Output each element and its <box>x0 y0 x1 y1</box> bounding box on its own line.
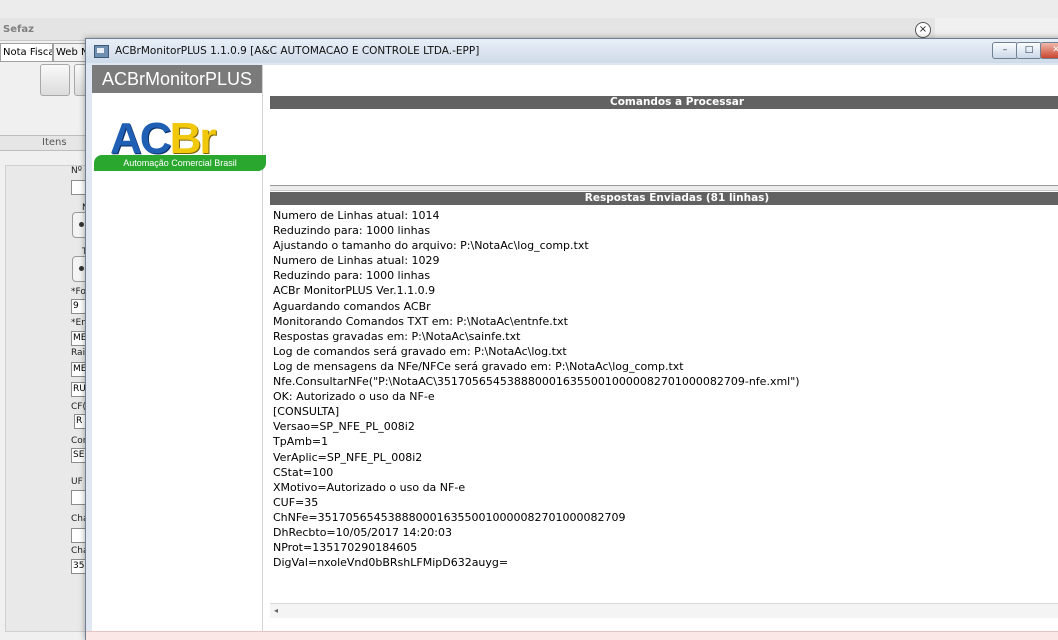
close-button[interactable]: ✕ <box>1040 42 1058 59</box>
response-line: Numero de Linhas atual: 1029 <box>273 254 440 268</box>
commands-list[interactable] <box>270 109 1058 185</box>
logo-tagline: Automação Comercial Brasil <box>94 155 266 171</box>
status-strip <box>86 631 1058 640</box>
app-header: ACBrMonitorPLUS <box>92 65 262 93</box>
tab-nota-fiscal[interactable]: Nota Fiscal <box>0 43 53 61</box>
responses-header: Respostas Enviadas (81 linhas) <box>270 192 1058 205</box>
commands-header-text: Comandos a Processar <box>610 96 744 108</box>
background-window-title: Sefaz <box>3 24 34 35</box>
form-label: Nº <box>71 166 82 176</box>
response-line: Numero de Linhas atual: 1014 <box>273 209 440 222</box>
response-line: Versao=SP_NFE_PL_008i2 <box>273 420 415 434</box>
minimize-button[interactable]: – <box>992 42 1018 59</box>
response-line: Reduzindo para: 1000 linhas <box>273 269 431 283</box>
app-icon[interactable] <box>94 45 109 58</box>
form-label: *Fo <box>71 287 86 297</box>
response-line: OK: Autorizado o uso da NF-e <box>273 390 435 404</box>
scroll-left-icon[interactable]: ◂ <box>274 606 278 615</box>
response-line: XMotivo=Autorizado o uso da NF-e <box>273 480 466 494</box>
tab-underline <box>0 61 92 62</box>
form-label: CF( <box>71 402 86 412</box>
response-line: VerAplic=SP_NFE_PL_008i2 <box>273 450 423 464</box>
response-line: ChNFe=3517056545388800016355001000008270… <box>273 510 626 524</box>
response-line: Aguardando comandos ACBr <box>273 299 431 313</box>
response-line: Log de comandos será gravado em: P:\Nota… <box>273 344 567 358</box>
response-line: ACBr MonitorPLUS Ver.1.1.0.9 <box>273 284 436 298</box>
response-line: Monitorando Comandos TXT em: P:\NotaAc\e… <box>273 314 568 328</box>
window-title: ACBrMonitorPLUS 1.1.0.9 [A&C AUTOMACAO E… <box>115 45 480 57</box>
left-panel: ACBrMonitorPLUS ACBr Automação Comercial… <box>92 65 266 639</box>
acbr-monitor-window: ACBrMonitorPLUS 1.1.0.9 [A&C AUTOMACAO E… <box>85 38 1058 640</box>
responses-header-text: Respostas Enviadas (81 linhas) <box>584 192 770 204</box>
response-line: CStat=100 <box>273 465 334 479</box>
itens-tab[interactable]: Itens <box>0 135 92 151</box>
itens-label: Itens <box>42 137 67 148</box>
response-line: Log de mensagens da NFe/NFCe será gravad… <box>273 359 684 373</box>
maximize-button[interactable]: □ <box>1016 42 1042 59</box>
horizontal-scrollbar[interactable]: ◂ <box>270 603 1058 618</box>
response-line: DhRecbto=10/05/2017 14:20:03 <box>273 525 452 539</box>
response-line: Respostas gravadas em: P:\NotaAc\sainfe.… <box>273 329 521 343</box>
response-line: [CONSULTA] <box>273 405 340 419</box>
response-line: TpAmb=1 <box>273 435 329 449</box>
form-label: Rai <box>71 348 86 358</box>
response-line: CUF=35 <box>273 495 319 509</box>
window-client-area: ACBrMonitorPLUS ACBr Automação Comercial… <box>86 65 1058 640</box>
panel-splitter[interactable] <box>270 185 1058 191</box>
background-close-icon[interactable]: × <box>915 22 931 38</box>
form-label: UF <box>71 477 83 487</box>
right-panel: Comandos a Processar Respostas Enviadas … <box>270 65 1058 639</box>
window-titlebar[interactable]: ACBrMonitorPLUS 1.1.0.9 [A&C AUTOMACAO E… <box>86 39 1058 63</box>
response-line: Reduzindo para: 1000 linhas <box>273 224 431 238</box>
commands-header: Comandos a Processar <box>270 96 1058 109</box>
responses-memo[interactable]: Numero de Linhas atual: 1014 Reduzindo p… <box>270 208 1058 598</box>
response-line: Ajustando o tamanho do arquivo: P:\NotaA… <box>273 239 589 253</box>
response-line: DigVal=nxoleVnd0bBRshLFMipD632auyg= <box>273 556 509 570</box>
response-line: NProt=135170290184605 <box>273 541 418 555</box>
desktop-strip <box>0 0 1058 18</box>
toolbar-button[interactable] <box>40 64 70 96</box>
response-line: Nfe.ConsultarNFe("P:\NotaAC\351705654538… <box>273 375 800 389</box>
acbr-logo: ACBr Automação Comercial Brasil <box>94 115 266 177</box>
